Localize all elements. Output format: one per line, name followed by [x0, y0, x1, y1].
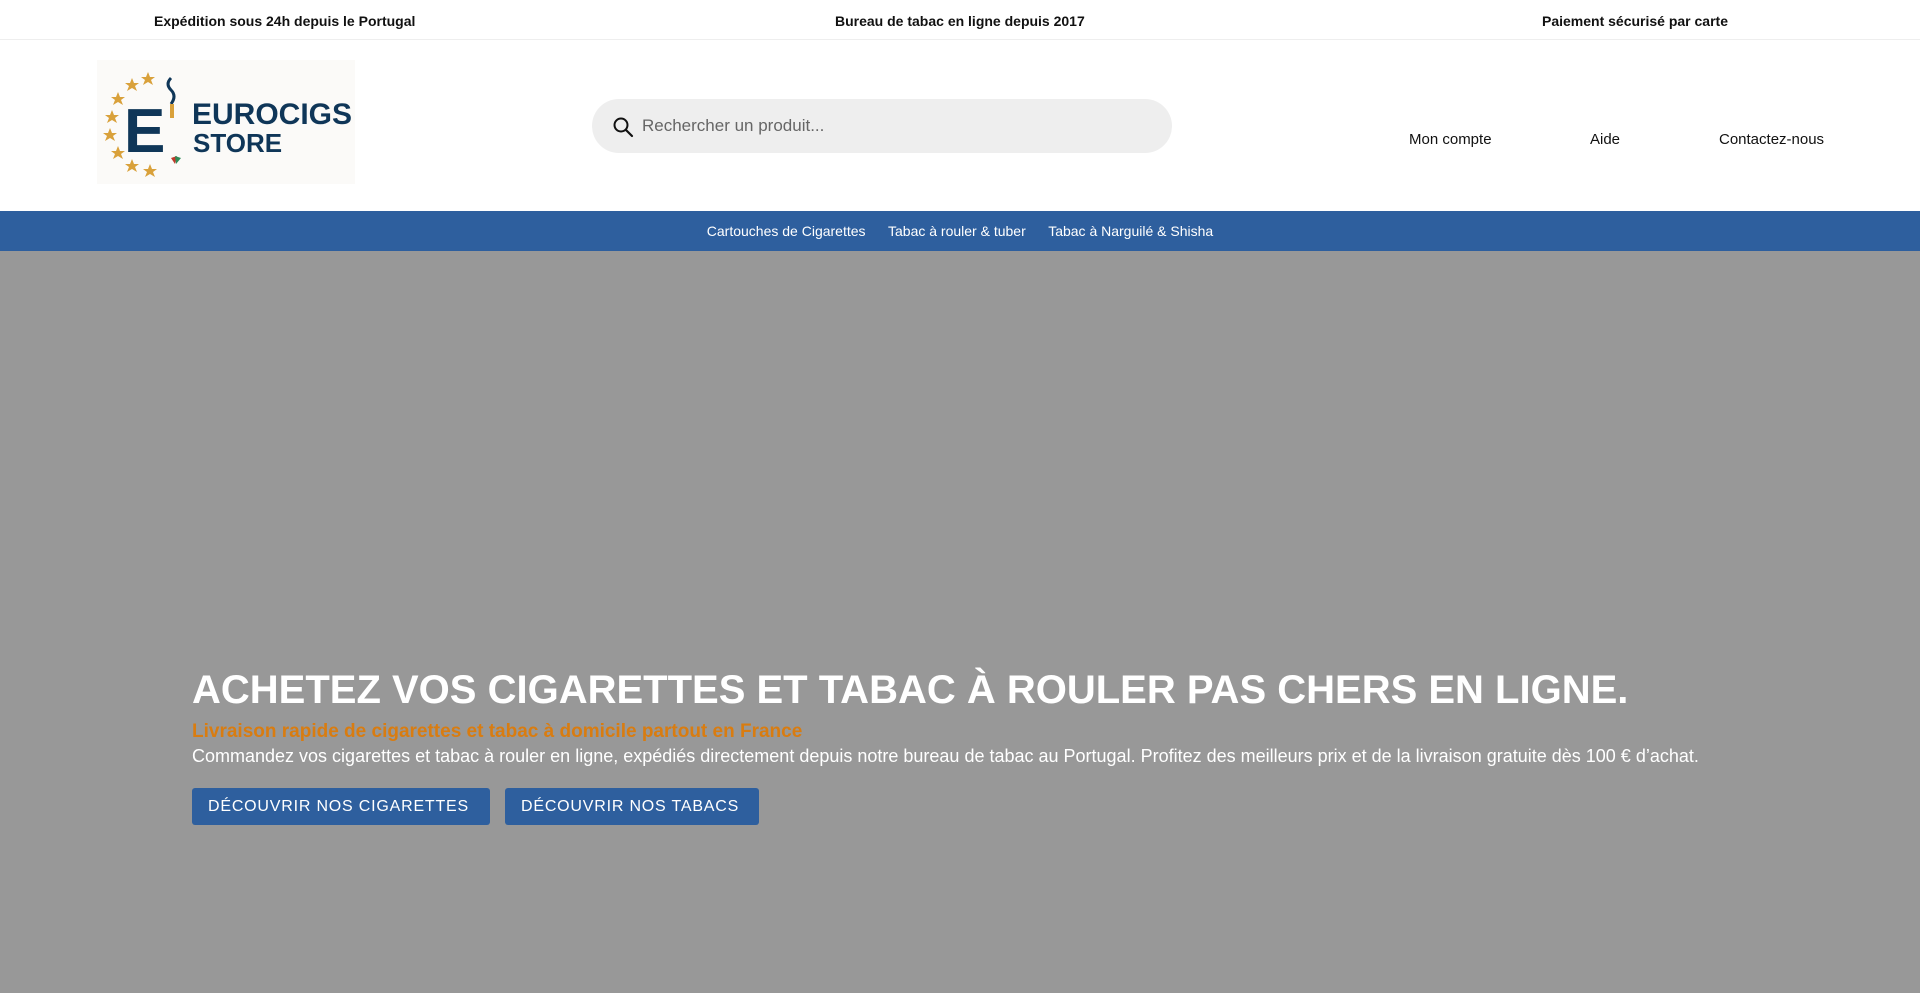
site-header: E EUROCIGS STORE Mon compte Aide Contact… [0, 40, 1920, 211]
category-rolling-tobacco[interactable]: Tabac à rouler & tuber [888, 211, 1026, 251]
hero-title: ACHETEZ VOS CIGARETTES ET TABAC À ROULER… [192, 668, 1629, 712]
site-logo[interactable]: E EUROCIGS STORE [97, 60, 355, 184]
shipping-info: Expédition sous 24h depuis le Portugal [154, 13, 416, 29]
store-info: Bureau de tabac en ligne depuis 2017 [835, 13, 1085, 29]
discover-cigarettes-button[interactable]: DÉCOUVRIR NOS CIGARETTES [192, 788, 490, 825]
svg-text:STORE: STORE [193, 128, 282, 158]
top-info-bar: Expédition sous 24h depuis le Portugal B… [0, 0, 1920, 40]
my-account-link[interactable]: Mon compte [1409, 131, 1492, 148]
search-input[interactable] [642, 99, 1152, 153]
category-shisha-tobacco[interactable]: Tabac à Narguilé & Shisha [1048, 211, 1213, 251]
contact-link[interactable]: Contactez-nous [1719, 131, 1824, 148]
category-cigarette-cartons[interactable]: Cartouches de Cigarettes [707, 211, 866, 251]
search-bar[interactable] [592, 99, 1172, 153]
discover-tobacco-button[interactable]: DÉCOUVRIR NOS TABACS [505, 788, 759, 825]
svg-text:E: E [124, 97, 165, 166]
payment-info: Paiement sécurisé par carte [1542, 13, 1728, 29]
hero-banner: ACHETEZ VOS CIGARETTES ET TABAC À ROULER… [0, 251, 1920, 993]
hero-subtitle: Livraison rapide de cigarettes et tabac … [192, 721, 803, 742]
eurocigs-logo: E EUROCIGS STORE [103, 72, 352, 177]
help-link[interactable]: Aide [1590, 131, 1620, 148]
search-icon[interactable] [612, 116, 634, 138]
svg-text:EUROCIGS: EUROCIGS [192, 98, 352, 131]
hero-description: Commandez vos cigarettes et tabac à roul… [192, 746, 1699, 766]
category-nav: Cartouches de Cigarettes Tabac à rouler … [0, 211, 1920, 251]
